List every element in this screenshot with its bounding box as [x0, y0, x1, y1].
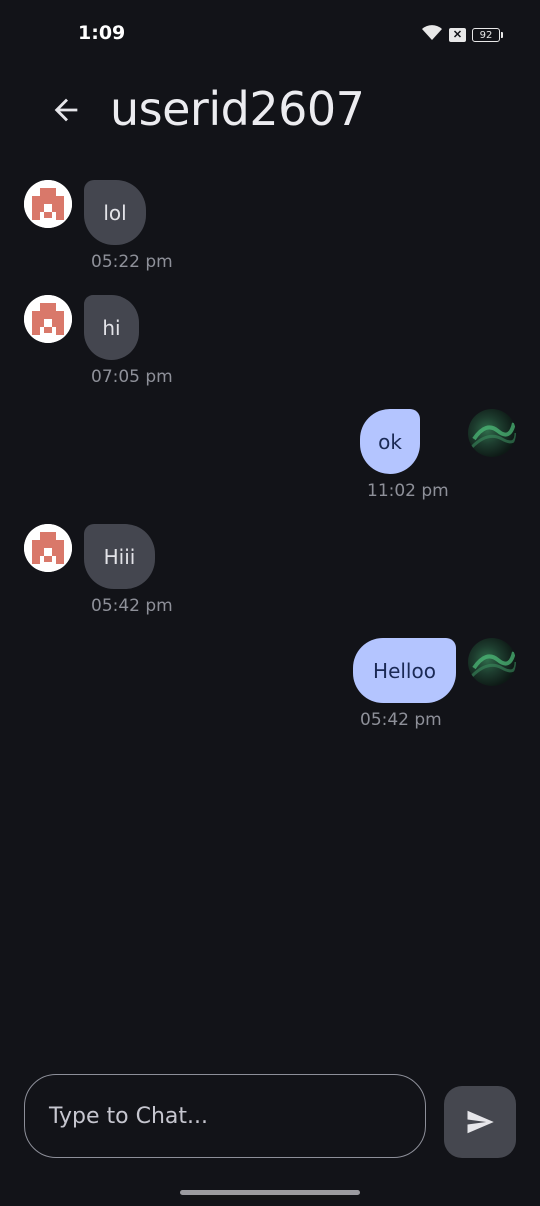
message-text: ok	[378, 429, 402, 454]
aurora-image-icon	[470, 651, 516, 678]
status-time: 1:09	[78, 22, 126, 44]
back-button[interactable]	[44, 88, 88, 132]
message-bubble[interactable]: hi	[84, 295, 139, 360]
identicon-icon	[24, 524, 72, 572]
message-time: 11:02 pm	[367, 481, 449, 501]
message-bubble[interactable]: Helloo	[353, 638, 456, 703]
message-bubble[interactable]: ok	[360, 409, 420, 474]
identicon-icon	[24, 295, 72, 343]
send-icon	[467, 1110, 494, 1134]
home-indicator[interactable]	[180, 1190, 360, 1195]
message-time: 05:42 pm	[360, 710, 442, 730]
wifi-icon	[421, 24, 443, 46]
message-time: 07:05 pm	[91, 367, 173, 387]
chat-header: userid2607	[0, 70, 540, 150]
status-icons: ✕ 92	[421, 24, 503, 46]
aurora-image-icon	[470, 422, 516, 449]
message-text: Helloo	[373, 658, 436, 683]
message-text: hi	[102, 315, 121, 340]
message-time: 05:22 pm	[91, 252, 173, 272]
message-bubble[interactable]: Hiii	[84, 524, 155, 589]
status-bar: 1:09 ✕ 92	[0, 0, 540, 70]
sender-avatar[interactable]	[24, 295, 72, 343]
message-text: lol	[103, 200, 127, 225]
my-avatar[interactable]	[468, 638, 516, 686]
sender-avatar[interactable]	[24, 524, 72, 572]
send-button[interactable]	[444, 1086, 516, 1158]
my-avatar[interactable]	[468, 409, 516, 457]
arrow-left-icon	[54, 98, 78, 122]
message-bubble[interactable]: lol	[84, 180, 146, 245]
identicon-icon	[24, 180, 72, 228]
chat-input-placeholder: Type to Chat...	[49, 1103, 208, 1129]
chat-title: userid2607	[110, 82, 365, 136]
chat-input[interactable]: Type to Chat...	[24, 1074, 426, 1158]
message-text: Hiii	[103, 544, 136, 569]
no-sim-icon: ✕	[449, 28, 466, 42]
message-time: 05:42 pm	[91, 596, 173, 616]
sender-avatar[interactable]	[24, 180, 72, 228]
battery-icon: 92	[472, 28, 503, 42]
